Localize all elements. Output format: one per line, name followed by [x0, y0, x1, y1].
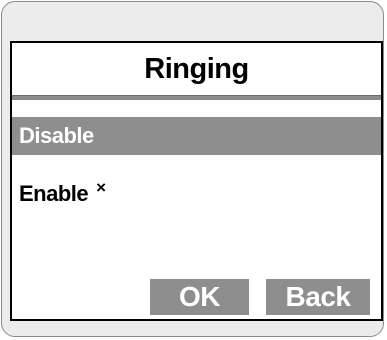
title-divider — [12, 95, 381, 100]
page-title: Ringing — [144, 53, 249, 85]
menu-item-disable[interactable]: Disable — [12, 117, 381, 155]
menu-item-enable[interactable]: Enable × — [12, 169, 381, 207]
title-bar: Ringing — [12, 43, 381, 95]
back-button[interactable]: Back — [266, 279, 370, 315]
phone-screen: Ringing Disable Enable × OK Back — [10, 41, 383, 321]
menu-item-label: Disable — [19, 123, 94, 148]
checked-mark-icon: × — [96, 178, 106, 197]
ok-button[interactable]: OK — [150, 279, 249, 315]
menu-item-label: Enable — [19, 181, 89, 206]
